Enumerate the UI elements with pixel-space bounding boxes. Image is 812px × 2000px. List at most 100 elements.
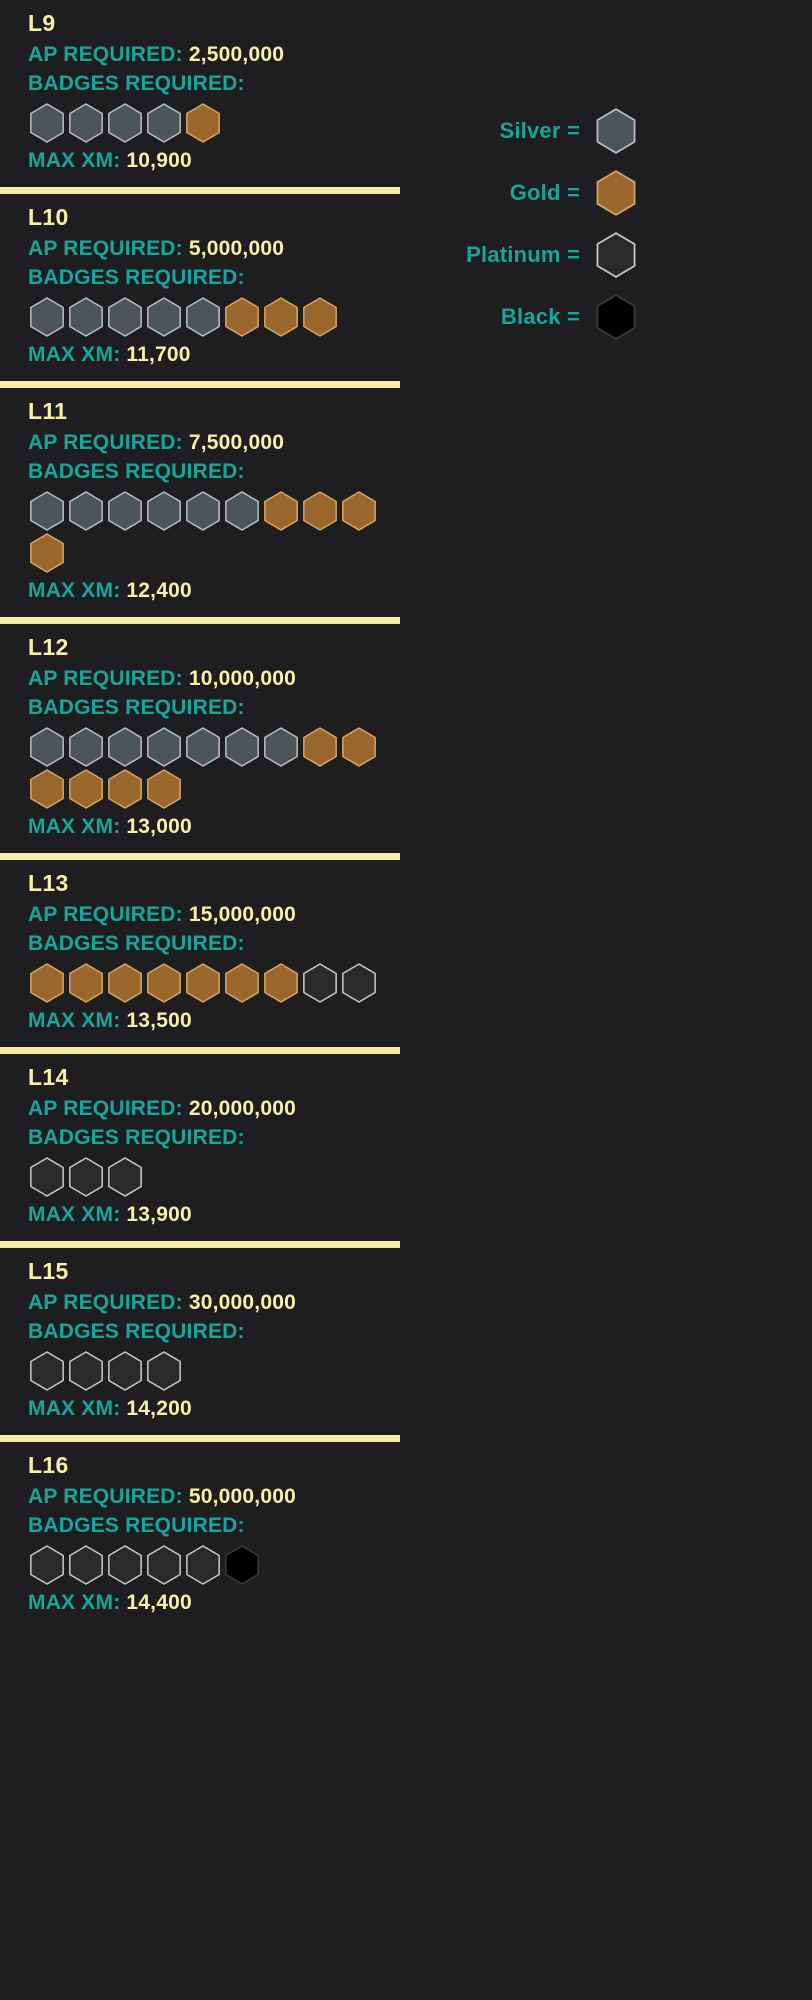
legend-label: Gold = (509, 180, 580, 205)
legend-gold-badge-icon (594, 169, 638, 217)
max-xm-value: 13,500 (126, 1009, 192, 1032)
badge-row (28, 962, 412, 1004)
badge-silver (67, 102, 106, 144)
section-divider (0, 617, 400, 624)
max-xm-label: MAX XM: (28, 343, 121, 366)
silver-badge-icon (147, 103, 181, 143)
platinum-badge-icon (303, 963, 337, 1003)
gold-badge-icon (69, 963, 103, 1003)
section-divider (0, 1047, 400, 1054)
badges-required-label: BADGES REQUIRED: (28, 460, 245, 483)
silver-badge-icon (186, 727, 220, 767)
badge-platinum (67, 1544, 106, 1586)
badge-row (28, 726, 412, 810)
badge-platinum (106, 1350, 145, 1392)
ap-required-row: AP REQUIRED: 30,000,000 (28, 1288, 412, 1317)
ap-required-label: AP REQUIRED: (28, 431, 183, 454)
level-block: L12 AP REQUIRED: 10,000,000 BADGES REQUIRED… (0, 624, 412, 860)
ap-required-value: 5,000,000 (188, 237, 285, 260)
gold-badge-icon (108, 769, 142, 809)
max-xm-row: MAX XM: 13,500 (28, 1006, 412, 1035)
silver-badge-icon (108, 491, 142, 531)
badge-row (28, 490, 412, 574)
gold-badge-icon (147, 963, 181, 1003)
badge-silver (145, 490, 184, 532)
ap-required-label: AP REQUIRED: (28, 667, 183, 690)
ap-required-row: AP REQUIRED: 7,500,000 (28, 428, 412, 457)
badge-platinum (184, 1544, 223, 1586)
ap-required-value: 7,500,000 (188, 431, 285, 454)
badge-platinum (301, 962, 340, 1004)
ap-required-row: AP REQUIRED: 10,000,000 (28, 664, 412, 693)
badge-silver (67, 726, 106, 768)
max-xm-value: 11,700 (126, 343, 191, 366)
gold-badge-icon (186, 963, 220, 1003)
platinum-badge-icon (30, 1545, 64, 1585)
badge-platinum (106, 1156, 145, 1198)
ap-required-value: 2,500,000 (188, 43, 285, 66)
silver-badge-icon (69, 491, 103, 531)
badge-color-legend: Silver = Gold = Platinum = Black = (412, 100, 812, 348)
legend-label: Platinum = (466, 242, 580, 267)
ap-required-value: 50,000,000 (188, 1485, 296, 1508)
max-xm-label: MAX XM: (28, 1397, 121, 1420)
max-xm-label: MAX XM: (28, 815, 121, 838)
badge-platinum (28, 1350, 67, 1392)
platinum-badge-icon (147, 1545, 181, 1585)
legend-item-silver: Silver = (412, 100, 812, 162)
badge-silver (223, 490, 262, 532)
badge-silver (223, 726, 262, 768)
gold-badge-icon (69, 769, 103, 809)
badge-silver (145, 726, 184, 768)
badge-silver (67, 296, 106, 338)
level-content: L10 AP REQUIRED: 5,000,000 BADGES REQUIRED:… (0, 194, 412, 375)
badge-platinum (28, 1156, 67, 1198)
badge-gold (145, 962, 184, 1004)
silver-badge-icon (30, 727, 64, 767)
platinum-badge-icon (69, 1545, 103, 1585)
gold-badge-icon (303, 297, 337, 337)
max-xm-value: 14,200 (126, 1397, 192, 1420)
max-xm-value: 12,400 (126, 579, 192, 602)
max-xm-row: MAX XM: 14,400 (28, 1588, 412, 1617)
max-xm-value: 14,400 (126, 1591, 192, 1614)
max-xm-row: MAX XM: 13,000 (28, 812, 412, 841)
badges-required-label: BADGES REQUIRED: (28, 266, 245, 289)
badge-black (223, 1544, 262, 1586)
ap-required-row: AP REQUIRED: 2,500,000 (28, 40, 412, 69)
level-block: L11 AP REQUIRED: 7,500,000 BADGES REQUIRED:… (0, 388, 412, 624)
platinum-badge-icon (342, 963, 376, 1003)
badge-gold (301, 490, 340, 532)
badge-gold (184, 102, 223, 144)
silver-badge-icon (30, 103, 64, 143)
max-xm-row: MAX XM: 14,200 (28, 1394, 412, 1423)
silver-badge-icon (147, 727, 181, 767)
level-block: L9 AP REQUIRED: 2,500,000 BADGES REQUIRED: M… (0, 0, 412, 194)
badges-required-label: BADGES REQUIRED: (28, 932, 245, 955)
badge-gold (301, 296, 340, 338)
badge-platinum (67, 1350, 106, 1392)
max-xm-row: MAX XM: 10,900 (28, 146, 412, 175)
level-name: L14 (28, 1064, 69, 1090)
badge-silver (28, 490, 67, 532)
badge-gold (28, 768, 67, 810)
silver-badge-icon (147, 491, 181, 531)
badge-silver (184, 296, 223, 338)
badge-gold (28, 962, 67, 1004)
max-xm-label: MAX XM: (28, 1591, 121, 1614)
badge-platinum (106, 1544, 145, 1586)
silver-badge-icon (108, 103, 142, 143)
silver-badge-icon (69, 727, 103, 767)
badges-required-label: BADGES REQUIRED: (28, 696, 245, 719)
badge-gold (67, 768, 106, 810)
badge-silver (106, 296, 145, 338)
silver-badge-icon (225, 727, 259, 767)
ap-required-row: AP REQUIRED: 5,000,000 (28, 234, 412, 263)
badge-gold (301, 726, 340, 768)
badge-silver (106, 102, 145, 144)
legend-platinum-badge-icon (594, 231, 638, 279)
badge-gold (340, 726, 379, 768)
badges-required-label: BADGES REQUIRED: (28, 72, 245, 95)
platinum-badge-icon (69, 1157, 103, 1197)
gold-badge-icon (225, 963, 259, 1003)
